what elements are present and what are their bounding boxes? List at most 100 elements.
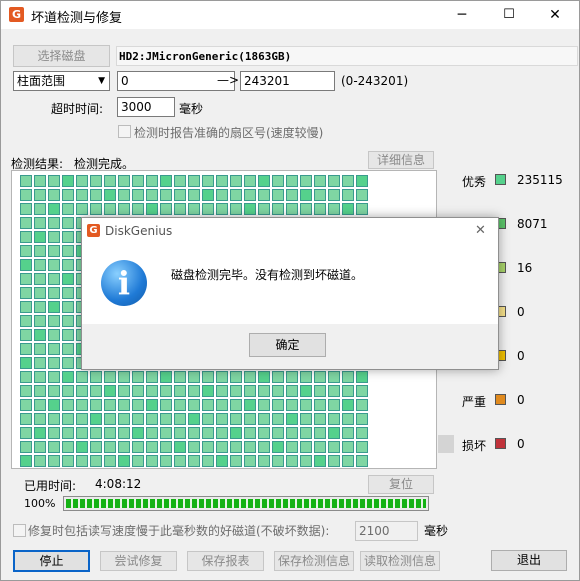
sector-cell [132, 175, 144, 187]
minimize-icon[interactable]: ─ [439, 1, 485, 29]
diskgenius-app-icon: G [9, 7, 24, 22]
sector-cell [216, 455, 228, 467]
sector-cell [314, 203, 326, 215]
sector-cell [188, 413, 200, 425]
sector-cell [342, 455, 354, 467]
stop-button[interactable]: 停止 [13, 550, 90, 572]
sector-cell [188, 189, 200, 201]
sector-cell [244, 455, 256, 467]
save-report-button[interactable]: 保存报表 [187, 551, 264, 571]
sector-cell [244, 441, 256, 453]
sector-cell [174, 441, 186, 453]
sector-cell [258, 189, 270, 201]
sector-cell [342, 371, 354, 383]
sector-cell [132, 203, 144, 215]
sector-cell [146, 203, 158, 215]
sector-cell [286, 399, 298, 411]
sector-cell [76, 175, 88, 187]
sector-cell [328, 413, 340, 425]
sector-cell [202, 399, 214, 411]
dialog-close-icon[interactable]: ✕ [475, 223, 486, 238]
sector-cell [76, 385, 88, 397]
sector-cell [160, 427, 172, 439]
sector-cell [356, 371, 368, 383]
sector-cell [160, 455, 172, 467]
sector-cell [48, 385, 60, 397]
sector-cell [48, 371, 60, 383]
range-end-input[interactable]: 243201 [240, 71, 335, 91]
sector-cell [300, 175, 312, 187]
sector-cell [160, 441, 172, 453]
sector-cell [328, 175, 340, 187]
sector-cell [300, 385, 312, 397]
sector-cell [62, 175, 74, 187]
legend-count: 0 [517, 305, 525, 319]
sector-cell [258, 413, 270, 425]
try-repair-button[interactable]: 尝试修复 [100, 551, 177, 571]
sector-cell [314, 385, 326, 397]
sector-cell [48, 399, 60, 411]
sector-cell [258, 427, 270, 439]
sector-cell [90, 385, 102, 397]
sector-cell [104, 371, 116, 383]
sector-cell [160, 413, 172, 425]
sector-cell [286, 385, 298, 397]
sector-cell [258, 203, 270, 215]
exit-button[interactable]: 退出 [491, 550, 567, 571]
sector-cell [34, 287, 46, 299]
sector-cell [62, 399, 74, 411]
sector-cell [286, 413, 298, 425]
load-check-info-button[interactable]: 读取检测信息 [360, 551, 440, 571]
sector-cell [230, 385, 242, 397]
sector-cell [118, 455, 130, 467]
range-hint: (0-243201) [341, 74, 409, 88]
close-icon[interactable]: ✕ [532, 1, 578, 29]
sector-cell [48, 329, 60, 341]
sector-cell [328, 385, 340, 397]
threshold-unit: 毫秒 [424, 524, 449, 538]
sector-cell [90, 371, 102, 383]
save-check-info-button[interactable]: 保存检测信息 [274, 551, 354, 571]
reset-button[interactable]: 复位 [368, 475, 434, 494]
sector-cell [20, 245, 32, 257]
select-disk-button[interactable]: 选择磁盘 [13, 45, 110, 67]
repair-slow-checkbox[interactable] [13, 524, 26, 537]
sector-cell [20, 189, 32, 201]
sector-cell [342, 399, 354, 411]
sector-cell [62, 189, 74, 201]
sector-cell [62, 385, 74, 397]
sector-cell [328, 455, 340, 467]
sector-cell [118, 399, 130, 411]
sector-cell [174, 175, 186, 187]
range-mode-select[interactable]: 柱面范围 ▼ [13, 71, 110, 91]
details-button[interactable]: 详细信息 [368, 151, 434, 169]
sector-cell [20, 343, 32, 355]
title-bar: G 坏道检测与修复 ─ ☐ ✕ [1, 1, 579, 29]
maximize-icon[interactable]: ☐ [486, 1, 532, 29]
sector-cell [328, 427, 340, 439]
sector-cell [188, 399, 200, 411]
sector-cell [62, 343, 74, 355]
scroll-corner[interactable] [438, 435, 454, 453]
ok-button[interactable]: 确定 [249, 333, 326, 357]
sector-cell [34, 385, 46, 397]
sector-cell [132, 413, 144, 425]
threshold-input[interactable]: 2100 [355, 521, 418, 541]
sector-cell [62, 371, 74, 383]
sector-cell [20, 273, 32, 285]
timeout-input[interactable]: 3000 [117, 97, 175, 117]
legend-count: 0 [517, 437, 525, 451]
legend-count: 8071 [517, 217, 548, 231]
sector-cell [202, 427, 214, 439]
sector-cell [188, 203, 200, 215]
sector-cell [202, 203, 214, 215]
report-sector-checkbox[interactable] [118, 125, 131, 138]
sector-cell [160, 371, 172, 383]
sector-cell [62, 217, 74, 229]
sector-cell [146, 189, 158, 201]
sector-cell [118, 371, 130, 383]
sector-cell [34, 343, 46, 355]
sector-cell [48, 203, 60, 215]
sector-cell [286, 189, 298, 201]
sector-cell [20, 231, 32, 243]
